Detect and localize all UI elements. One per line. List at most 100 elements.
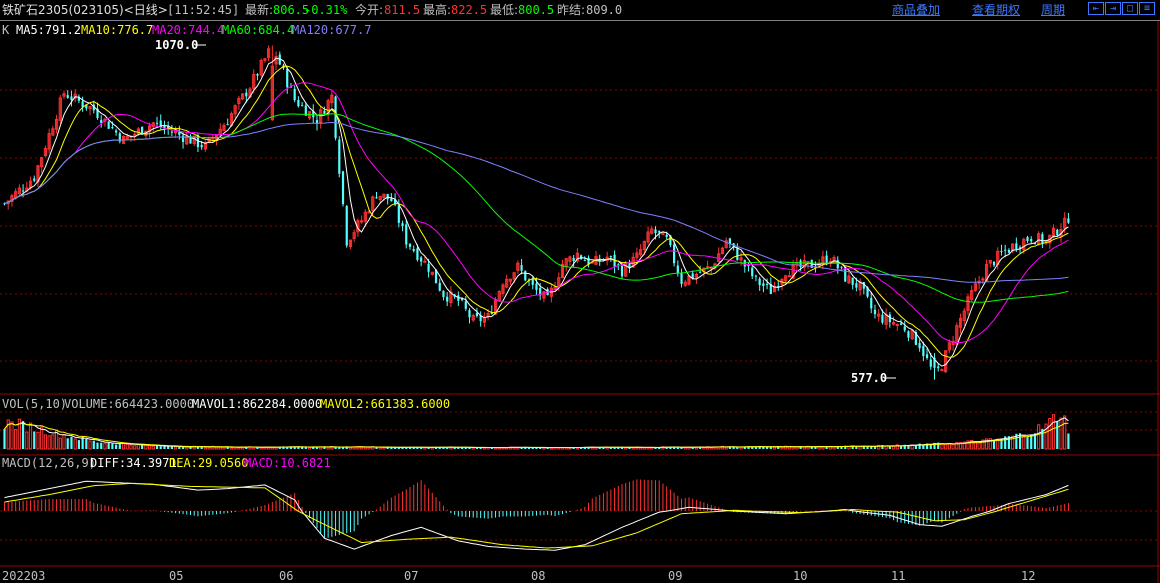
high-label: 最高: xyxy=(423,3,452,17)
candle-body-down xyxy=(535,283,538,290)
candle-body-down xyxy=(416,248,419,260)
volume-bar-down xyxy=(111,443,114,449)
candle-body-down xyxy=(766,283,769,285)
ma20-legend: MA20:744.4 xyxy=(152,23,225,37)
candle-body-down xyxy=(899,323,903,325)
candle-body-down xyxy=(840,266,843,268)
x-axis-label-2: 06 xyxy=(279,569,294,583)
candle-body-up xyxy=(787,275,792,278)
prev-close-value: 809.0 xyxy=(586,3,623,17)
volume-bar-up xyxy=(1063,415,1067,450)
volume-bar-up xyxy=(858,446,862,450)
volume-bar-down xyxy=(107,442,110,449)
scroll-right-button[interactable]: ⇥ xyxy=(1105,2,1121,15)
volume-bar-up xyxy=(10,421,14,450)
ma5-legend: MA5:791.2 xyxy=(16,23,82,37)
volume-ma-lines xyxy=(4,417,1069,449)
macd-legend-name: MACD(12,26,9) xyxy=(2,456,96,470)
candle-body-down xyxy=(33,178,36,181)
candle-body-down xyxy=(155,122,159,124)
volume-bar-down xyxy=(96,442,99,449)
low-price-marker: 577.0 xyxy=(851,371,888,385)
low-label: 最低: xyxy=(490,3,519,17)
candle-body-down xyxy=(297,100,300,107)
volume-bar-up xyxy=(229,447,234,450)
view-options-link[interactable]: 查看期权 xyxy=(972,3,1020,17)
candle-body-down xyxy=(115,130,118,133)
volume-bar-up xyxy=(203,446,207,450)
candle-body-down xyxy=(408,243,412,247)
ma60-legend: MA60:684.4 xyxy=(222,23,295,37)
candle-body-down xyxy=(925,354,929,359)
macd-histogram xyxy=(4,479,1069,539)
candle-body-down xyxy=(111,127,114,129)
volume-bar-up xyxy=(51,434,55,450)
candle-body-down xyxy=(1026,237,1029,241)
volume-bar-up xyxy=(944,443,948,450)
ma60-line xyxy=(4,113,1069,303)
volume-bars xyxy=(3,414,1070,450)
volume-bar-down xyxy=(334,447,337,449)
mavol1-line xyxy=(4,417,1069,449)
candle-body-down xyxy=(1007,249,1010,253)
price-markers xyxy=(195,44,896,379)
volume-bar-up xyxy=(977,442,981,450)
price-chart-canvas[interactable] xyxy=(0,0,1160,583)
candle-body-down xyxy=(401,223,404,227)
candle-body-down xyxy=(341,171,345,205)
volume-bar-up xyxy=(125,443,129,450)
candle-body-down xyxy=(992,261,996,266)
volume-bar-up xyxy=(780,446,784,450)
candle-body-down xyxy=(475,312,479,317)
mavol2-legend: MAVOL2:661383.6000 xyxy=(320,397,451,411)
volume-bar-down xyxy=(1030,434,1033,449)
volume-bar-up xyxy=(1051,414,1056,450)
candle-body-down xyxy=(680,273,683,284)
candle-body-down xyxy=(1067,218,1070,223)
candle-body-down xyxy=(200,144,203,148)
volume-bar-down xyxy=(181,447,185,449)
high-price-marker: 1070.0 xyxy=(155,38,199,52)
overlay-commodity-link[interactable]: 商品叠加 xyxy=(892,3,940,17)
volume-bar-up xyxy=(133,445,137,450)
diff-legend: DIFF:34.3971 xyxy=(90,456,177,470)
ma10-legend: MA10:776.7 xyxy=(81,23,154,37)
volume-bar-up xyxy=(103,442,107,450)
volume-bar-up xyxy=(88,440,92,450)
volume-bar-down xyxy=(92,440,95,449)
window-toggle-button[interactable]: □ xyxy=(1122,2,1138,15)
candle-body-down xyxy=(397,205,400,223)
candle-body-down xyxy=(226,124,229,126)
volume-bar-up xyxy=(151,445,155,450)
volume-bar-up xyxy=(14,429,18,450)
volume-bar-up xyxy=(214,446,219,450)
candle-body-down xyxy=(524,270,527,281)
candle-body-down xyxy=(1030,239,1033,242)
ma5-line xyxy=(4,57,1069,367)
candle-body-down xyxy=(293,88,296,101)
x-axis-label-7: 11 xyxy=(891,569,906,583)
x-axis-label-5: 09 xyxy=(668,569,683,583)
candle-body-down xyxy=(427,263,430,272)
volume-bar-up xyxy=(791,446,795,450)
x-axis-label-1: 05 xyxy=(169,569,184,583)
candle-body-down xyxy=(620,266,624,277)
candle-body-down xyxy=(412,249,415,251)
candle-body-up xyxy=(940,369,944,372)
quote-header: 铁矿石2305(023105)<日线> [11:52:45] 最新: 806.5… xyxy=(0,0,1160,21)
scroll-left-button[interactable]: ⇤ xyxy=(1088,2,1104,15)
vol-legend-name: VOL(5,10) xyxy=(2,397,68,411)
ma120-line xyxy=(4,121,1069,283)
volume-bar-up xyxy=(947,443,951,450)
candle-body-down xyxy=(1004,249,1007,251)
volume-bar-up xyxy=(739,446,743,450)
candle-body-down xyxy=(583,260,586,262)
volume-bar-up xyxy=(367,446,371,450)
volume-bar-down xyxy=(420,447,423,449)
volume-bar-down xyxy=(22,421,25,449)
volume-bar-up xyxy=(28,422,33,450)
candle-body-up xyxy=(423,260,427,263)
menu-button[interactable]: ≡ xyxy=(1139,2,1155,15)
volume-bar-up xyxy=(951,444,955,450)
period-link[interactable]: 周期 xyxy=(1041,3,1065,17)
